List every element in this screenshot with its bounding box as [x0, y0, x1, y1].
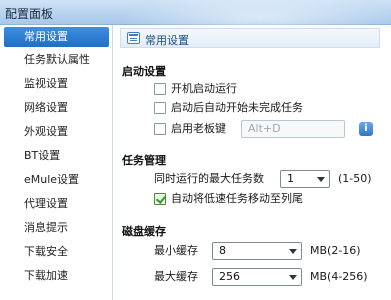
chevron-down-icon	[289, 249, 297, 254]
sidebar-item-label: eMule设置	[24, 173, 80, 186]
max-cache-label: 最大缓存	[154, 270, 198, 283]
move-low-speed-checkbox[interactable]	[154, 193, 166, 205]
auto-resume-label: 启动后自动开始未完成任务	[171, 101, 303, 114]
sidebar-item-proxy[interactable]: 代理设置	[4, 194, 109, 214]
max-tasks-value: 1	[287, 172, 294, 185]
min-cache-select[interactable]: 8	[212, 242, 302, 260]
sidebar: 常用设置 任务默认属性 监视设置 网络设置 外观设置 BT设置 eMule设置 …	[0, 25, 113, 300]
move-low-speed-row[interactable]: 自动将低速任务移动至列尾	[154, 190, 374, 208]
sidebar-item-label: 监视设置	[24, 77, 68, 90]
auto-start-checkbox[interactable]	[154, 83, 166, 95]
chevron-down-icon	[289, 275, 297, 280]
chevron-down-icon	[317, 177, 325, 182]
group-title-startup: 启动设置	[122, 65, 166, 78]
group-title-cache: 磁盘缓存	[122, 225, 166, 238]
min-cache-value: 8	[219, 244, 226, 257]
auto-resume-row[interactable]: 启动后自动开始未完成任务	[154, 99, 374, 117]
title-bar: 配置面板	[0, 0, 391, 35]
settings-panel: 常用设置 启动设置 开机启动运行 启动后自动开始未完成任务 启用老板键 Alt+…	[114, 25, 391, 300]
sidebar-item-bt[interactable]: BT设置	[4, 146, 109, 166]
sidebar-item-label: 网络设置	[24, 101, 68, 114]
max-cache-unit: MB(4-256)	[310, 270, 368, 283]
boss-key-checkbox[interactable]	[154, 123, 166, 135]
auto-start-label: 开机启动运行	[171, 82, 237, 95]
sidebar-item-notifications[interactable]: 消息提示	[4, 218, 109, 238]
sidebar-item-task-defaults[interactable]: 任务默认属性	[4, 50, 109, 70]
boss-key-input[interactable]: Alt+D	[241, 120, 345, 138]
sidebar-item-appearance[interactable]: 外观设置	[4, 122, 109, 142]
sidebar-item-label: 下载加速	[24, 269, 68, 282]
sidebar-item-download-acceleration[interactable]: 下载加速	[4, 266, 109, 286]
sidebar-item-monitor[interactable]: 监视设置	[4, 74, 109, 94]
window-title: 配置面板	[5, 7, 54, 21]
max-tasks-label: 同时运行的最大任务数	[154, 172, 264, 185]
min-cache-label: 最小缓存	[154, 244, 198, 257]
sidebar-item-label: 外观设置	[24, 125, 68, 138]
sidebar-item-network[interactable]: 网络设置	[4, 98, 109, 118]
auto-resume-checkbox[interactable]	[154, 102, 166, 114]
group-title-tasks: 任务管理	[122, 154, 166, 167]
auto-start-row[interactable]: 开机启动运行	[154, 80, 354, 98]
max-cache-select[interactable]: 256	[212, 268, 302, 286]
boss-key-row[interactable]: 启用老板键	[154, 120, 244, 138]
settings-page-icon	[127, 32, 140, 44]
boss-key-label: 启用老板键	[171, 122, 226, 135]
section-header: 常用设置	[120, 28, 380, 48]
sidebar-item-label: 任务默认属性	[24, 53, 90, 66]
sidebar-item-emule[interactable]: eMule设置	[4, 170, 109, 190]
info-icon[interactable]: i	[359, 122, 373, 136]
sidebar-item-label: 代理设置	[24, 197, 68, 210]
max-tasks-select[interactable]: 1	[280, 170, 330, 188]
max-tasks-range: (1-50)	[338, 172, 372, 185]
sidebar-item-label: BT设置	[24, 149, 61, 162]
sidebar-item-label: 下载安全	[24, 245, 68, 258]
sidebar-item-common-settings[interactable]: 常用设置	[4, 27, 109, 47]
section-header-label: 常用设置	[145, 34, 189, 47]
move-low-speed-label: 自动将低速任务移动至列尾	[171, 192, 303, 205]
sidebar-item-download-security[interactable]: 下载安全	[4, 242, 109, 262]
sidebar-item-label: 消息提示	[24, 221, 68, 234]
max-cache-value: 256	[219, 270, 240, 283]
min-cache-unit: MB(2-16)	[310, 244, 361, 257]
sidebar-item-label: 常用设置	[24, 30, 68, 43]
